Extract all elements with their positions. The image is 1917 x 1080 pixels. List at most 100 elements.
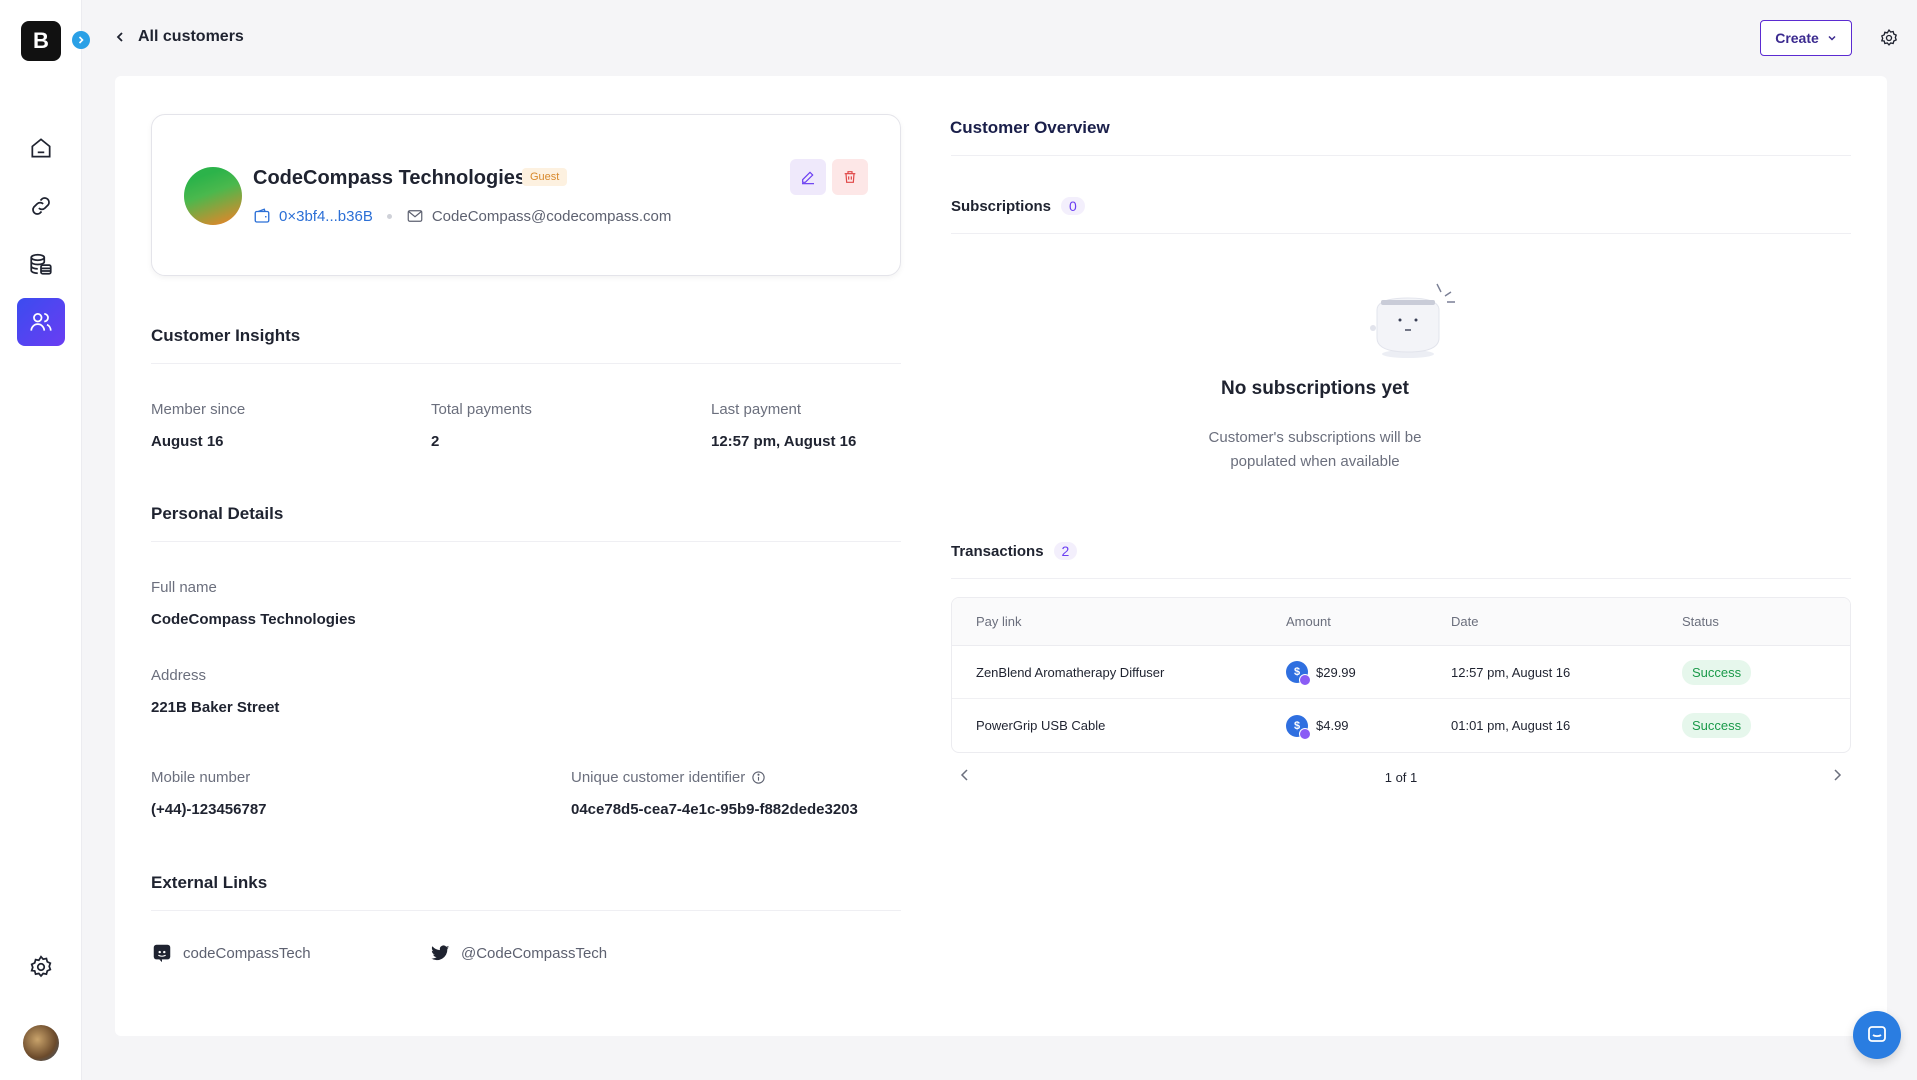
usdc-coin-icon: $ bbox=[1286, 714, 1311, 740]
chevron-right-icon bbox=[78, 36, 84, 44]
pencil-icon bbox=[802, 171, 814, 185]
delete-button[interactable] bbox=[832, 159, 868, 195]
pagination: 1 of 1 bbox=[951, 766, 1851, 790]
link-icon bbox=[32, 197, 50, 215]
back-label: All customers bbox=[138, 28, 244, 45]
transactions-label: Transactions bbox=[951, 543, 1044, 560]
amount-cell: $ $4.99 bbox=[1286, 714, 1451, 740]
column-header-pay-link[interactable]: Pay link bbox=[952, 614, 1286, 629]
database-coins-icon bbox=[30, 253, 52, 275]
create-label: Create bbox=[1775, 30, 1819, 46]
usdc-coin-icon: $ bbox=[1286, 661, 1311, 686]
profile-meta: 0×3bf4...b36B CodeCompass@codecompass.co… bbox=[253, 207, 671, 225]
divider bbox=[951, 155, 1851, 156]
customer-avatar bbox=[184, 167, 242, 225]
status-cell: Success bbox=[1682, 713, 1850, 738]
logo-letter: B bbox=[33, 28, 49, 53]
sidebar-item-payments[interactable] bbox=[17, 240, 65, 288]
mobile-value: (+44)-123456787 bbox=[151, 801, 267, 818]
chevron-down-icon bbox=[1828, 35, 1836, 41]
pay-link-cell: PowerGrip USB Cable bbox=[976, 718, 1106, 733]
uid-label-row: Unique customer identifier bbox=[571, 769, 766, 786]
back-link[interactable]: All customers bbox=[114, 28, 244, 46]
mail-icon bbox=[407, 210, 423, 222]
divider bbox=[151, 541, 901, 542]
subscriptions-label: Subscriptions bbox=[951, 198, 1052, 215]
column-header-status[interactable]: Status bbox=[1682, 614, 1850, 629]
external-links-title: External Links bbox=[151, 873, 268, 892]
total-payments-label: Total payments bbox=[431, 401, 532, 418]
topbar: All customers Create bbox=[82, 0, 1917, 76]
twitter-handle: @CodeCompassTech bbox=[461, 944, 608, 962]
settings-button[interactable] bbox=[1877, 26, 1901, 50]
column-header-amount[interactable]: Amount bbox=[1286, 614, 1451, 629]
divider bbox=[151, 363, 901, 364]
chevron-left-icon bbox=[116, 32, 123, 42]
full-name-value: CodeCompass Technologies bbox=[151, 611, 356, 628]
empty-subscriptions-title: No subscriptions yet bbox=[1221, 378, 1409, 399]
date-cell: 01:01 pm, August 16 bbox=[1451, 718, 1571, 733]
home-icon bbox=[31, 138, 51, 158]
mobile-label: Mobile number bbox=[151, 769, 251, 786]
uid-value: 04ce78d5-cea7-4e1c-95b9-f882dede3203 bbox=[571, 801, 858, 818]
page-indicator: 1 of 1 bbox=[1384, 770, 1418, 785]
customer-insights-title: Customer Insights bbox=[151, 326, 301, 345]
transactions-count: 2 bbox=[1053, 542, 1078, 560]
twitter-link[interactable]: @CodeCompassTech bbox=[429, 942, 607, 964]
transactions-table: Pay link Amount Date Status ZenBlend Aro… bbox=[951, 597, 1851, 753]
users-icon bbox=[30, 313, 52, 331]
sidebar-item-customers[interactable] bbox=[17, 298, 65, 346]
uid-label: Unique customer identifier bbox=[571, 769, 746, 786]
avatar[interactable] bbox=[23, 1025, 59, 1061]
member-since-label: Member since bbox=[151, 401, 246, 418]
divider bbox=[951, 578, 1851, 579]
gear-icon bbox=[30, 955, 52, 978]
address-value: 221B Baker Street bbox=[151, 699, 280, 716]
trash-icon bbox=[844, 171, 856, 183]
date-cell: 12:57 pm, August 16 bbox=[1451, 664, 1571, 680]
sidebar-expand-button[interactable] bbox=[72, 31, 90, 49]
last-payment-value: 12:57 pm, August 16 bbox=[711, 433, 857, 450]
edit-button[interactable] bbox=[790, 159, 826, 195]
create-button[interactable]: Create bbox=[1760, 20, 1852, 56]
personal-details-title: Personal Details bbox=[151, 504, 284, 523]
member-since-value: August 16 bbox=[151, 433, 224, 450]
sidebar-item-home[interactable] bbox=[17, 124, 65, 172]
chevron-right-icon[interactable] bbox=[1831, 768, 1843, 782]
info-icon[interactable] bbox=[751, 770, 766, 785]
subscriptions-heading: Subscriptions 0 bbox=[951, 197, 1085, 215]
amount-value: $4.99 bbox=[1316, 718, 1349, 733]
subscriptions-count: 0 bbox=[1061, 197, 1085, 215]
sidebar-item-links[interactable] bbox=[17, 182, 65, 230]
table-header: Pay link Amount Date Status bbox=[952, 598, 1850, 646]
customer-email: CodeCompass@codecompass.com bbox=[431, 207, 672, 225]
total-payments-value: 2 bbox=[431, 433, 440, 450]
support-chat-button[interactable] bbox=[1853, 1011, 1901, 1059]
table-row[interactable]: PowerGrip USB Cable $ $4.99 01:01 pm, Au… bbox=[952, 699, 1850, 752]
last-payment-label: Last payment bbox=[711, 401, 802, 418]
separator-dot bbox=[386, 213, 392, 219]
column-header-date[interactable]: Date bbox=[1451, 614, 1682, 629]
discord-handle: codeCompassTech bbox=[183, 944, 311, 962]
app-logo[interactable]: B bbox=[21, 21, 61, 61]
amount-value: $29.99 bbox=[1316, 664, 1356, 680]
divider bbox=[151, 910, 901, 911]
guest-badge: Guest bbox=[522, 168, 568, 186]
discord-icon bbox=[153, 944, 171, 963]
wallet-icon bbox=[254, 208, 270, 223]
transactions-heading: Transactions 2 bbox=[951, 542, 1078, 560]
customer-detail-panel: CodeCompass Technologies Guest 0×3bf4...… bbox=[115, 76, 1887, 1036]
status-cell: Success bbox=[1682, 659, 1850, 685]
table-row[interactable]: ZenBlend Aromatherapy Diffuser $ $29.99 … bbox=[952, 646, 1850, 699]
divider bbox=[951, 233, 1851, 234]
customer-overview-title: Customer Overview bbox=[950, 118, 1110, 137]
chat-icon bbox=[1868, 1026, 1886, 1042]
wallet-address[interactable]: 0×3bf4...b36B bbox=[279, 208, 373, 225]
empty-subscriptions-description: Customer's subscriptions will be populat… bbox=[1208, 429, 1422, 470]
sidebar-item-settings[interactable] bbox=[17, 943, 65, 991]
empty-subscriptions-illustration bbox=[1370, 283, 1455, 358]
pay-link-cell: ZenBlend Aromatherapy Diffuser bbox=[976, 664, 1165, 680]
twitter-icon bbox=[431, 945, 450, 961]
address-label: Address bbox=[151, 667, 207, 684]
discord-link[interactable]: codeCompassTech bbox=[151, 942, 311, 964]
